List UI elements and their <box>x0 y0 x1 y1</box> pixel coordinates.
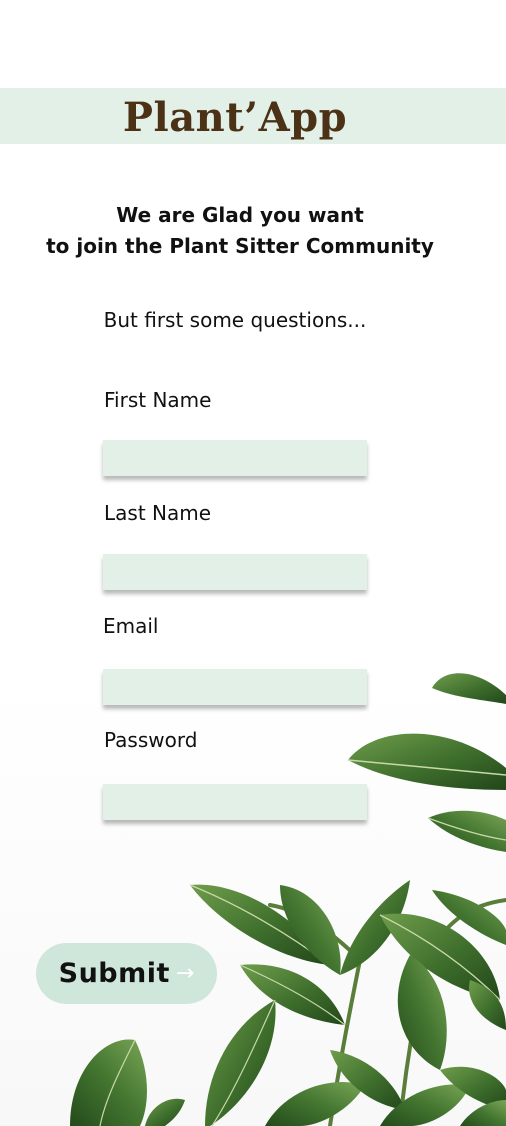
email-input[interactable] <box>103 669 367 705</box>
welcome-line-1: We are Glad you want <box>116 203 364 227</box>
leaf <box>432 673 506 704</box>
email-label: Email <box>103 614 159 638</box>
first-name-input[interactable] <box>103 440 367 476</box>
intro-text: But first some questions... <box>103 308 367 332</box>
arrow-right-icon: → <box>175 960 195 986</box>
signup-screen: Plant’App We are Glad you want to join t… <box>0 0 506 1126</box>
submit-button[interactable]: Submit → <box>36 943 217 1004</box>
password-input[interactable] <box>103 784 367 820</box>
last-name-input[interactable] <box>103 554 367 590</box>
submit-button-label: Submit <box>58 958 170 989</box>
first-name-label: First Name <box>104 388 212 412</box>
welcome-line-2: to join the Plant Sitter Community <box>46 234 434 258</box>
welcome-message: We are Glad you want to join the Plant S… <box>0 200 480 262</box>
password-label: Password <box>104 728 198 752</box>
last-name-label: Last Name <box>104 501 212 525</box>
app-logo-title: Plant’App <box>122 94 348 141</box>
